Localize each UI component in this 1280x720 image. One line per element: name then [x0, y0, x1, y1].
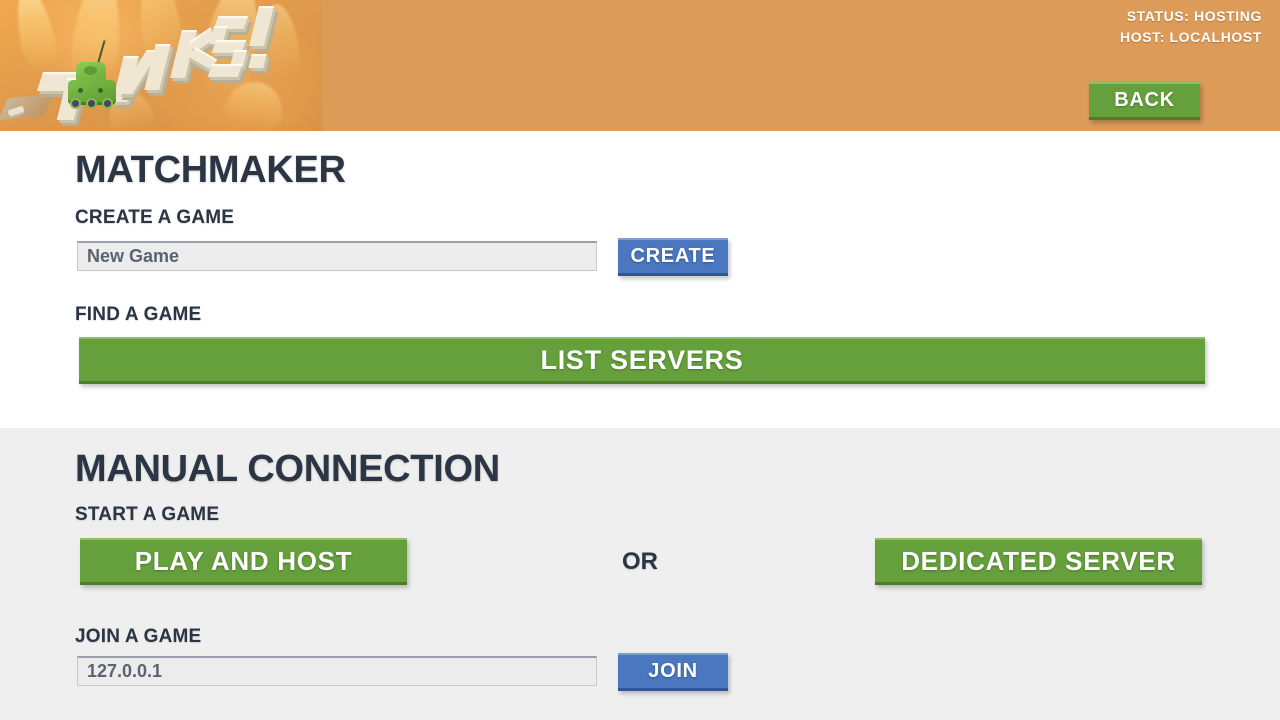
- manual-connection-title: MANUAL CONNECTION: [75, 448, 500, 490]
- logo-letter-block: [248, 54, 267, 68]
- debris-decoration: [0, 93, 54, 121]
- matchmaker-section: MATCHMAKER CREATE A GAME CREATE FIND A G…: [0, 131, 1280, 428]
- matchmaker-title: MATCHMAKER: [75, 149, 346, 191]
- dedicated-server-button[interactable]: DEDICATED SERVER: [875, 538, 1202, 585]
- create-button[interactable]: CREATE: [618, 238, 728, 276]
- join-address-input[interactable]: [77, 656, 597, 686]
- play-and-host-button[interactable]: PLAY AND HOST: [80, 538, 407, 585]
- flame-decoration: [10, 0, 60, 71]
- status-text: STATUS: HOSTING: [1126, 8, 1262, 24]
- join-a-game-label: JOIN A GAME: [75, 626, 202, 647]
- tank-icon: [64, 40, 120, 112]
- game-logo-banner: [0, 0, 322, 131]
- or-separator-label: OR: [622, 548, 658, 575]
- find-a-game-label: FIND A GAME: [75, 304, 202, 325]
- game-name-input[interactable]: [77, 241, 597, 271]
- logo-letter-block: [207, 64, 243, 77]
- back-button[interactable]: BACK: [1089, 82, 1200, 120]
- host-text: HOST: LOCALHOST: [1120, 29, 1262, 45]
- create-a-game-label: CREATE A GAME: [75, 207, 235, 228]
- list-servers-button[interactable]: LIST SERVERS: [79, 337, 1205, 384]
- app-header: STATUS: HOSTING HOST: LOCALHOST BACK: [0, 0, 1280, 131]
- start-a-game-label: START A GAME: [75, 504, 220, 525]
- join-button[interactable]: JOIN: [618, 653, 728, 691]
- host-status-block: STATUS: HOSTING HOST: LOCALHOST: [1120, 6, 1262, 48]
- manual-connection-section: MANUAL CONNECTION START A GAME PLAY AND …: [0, 428, 1280, 720]
